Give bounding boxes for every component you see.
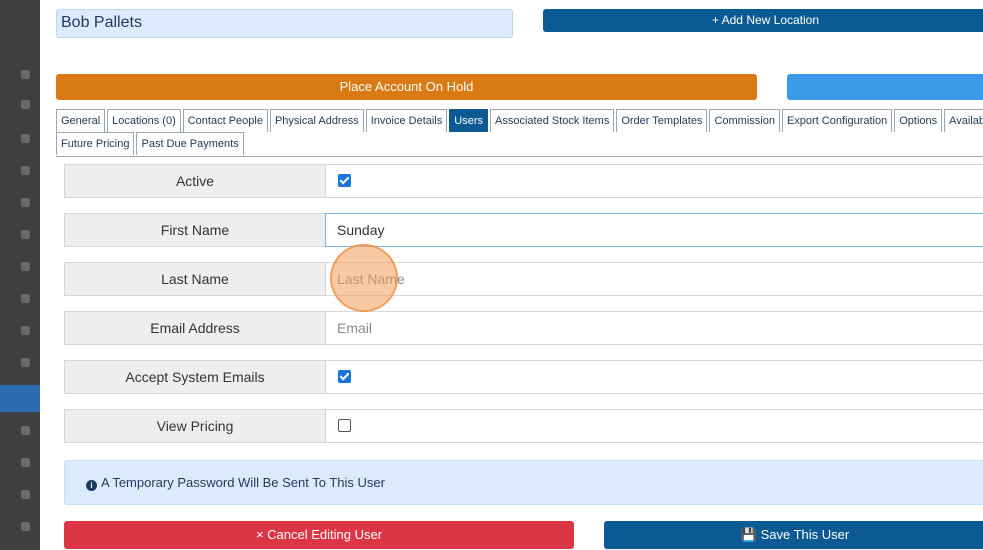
first-name-input[interactable] bbox=[326, 214, 983, 246]
sidebar-item[interactable] bbox=[21, 326, 30, 335]
sidebar-item[interactable] bbox=[21, 198, 30, 207]
first-name-row: First Name bbox=[64, 213, 983, 247]
accept-emails-label: Accept System Emails bbox=[64, 360, 326, 394]
view-pricing-value bbox=[326, 409, 983, 443]
save-icon: 💾 bbox=[740, 527, 757, 542]
cancel-editing-button[interactable]: × Cancel Editing User bbox=[64, 521, 574, 549]
last-name-value bbox=[326, 262, 983, 296]
last-name-input[interactable] bbox=[326, 263, 983, 295]
sidebar-item[interactable] bbox=[21, 100, 30, 109]
info-circle-icon: i bbox=[86, 480, 97, 491]
active-row: Active bbox=[64, 164, 983, 198]
active-value bbox=[326, 164, 983, 198]
email-value bbox=[326, 311, 983, 345]
tab-bar: General Locations (0) Contact People Phy… bbox=[56, 109, 983, 155]
first-name-value bbox=[325, 213, 983, 247]
tab-order-templates[interactable]: Order Templates bbox=[616, 109, 708, 132]
sidebar-item-active[interactable] bbox=[0, 385, 40, 412]
tab-general[interactable]: General bbox=[56, 109, 106, 132]
sidebar-item[interactable] bbox=[21, 426, 30, 435]
sidebar-item[interactable] bbox=[21, 166, 30, 175]
active-label: Active bbox=[64, 164, 326, 198]
info-message: A Temporary Password Will Be Sent To Thi… bbox=[101, 475, 385, 490]
secondary-action-button[interactable] bbox=[787, 74, 983, 100]
save-user-label: Save This User bbox=[760, 527, 850, 542]
page: Bob Pallets + Add New Location Place Acc… bbox=[0, 0, 983, 550]
view-pricing-label: View Pricing bbox=[64, 409, 326, 443]
sidebar bbox=[0, 0, 40, 550]
tab-commission[interactable]: Commission bbox=[709, 109, 780, 132]
tab-future-pricing[interactable]: Future Pricing bbox=[56, 132, 135, 155]
email-input[interactable] bbox=[326, 312, 983, 344]
last-name-row: Last Name bbox=[64, 262, 983, 296]
main-content: Bob Pallets + Add New Location Place Acc… bbox=[40, 0, 983, 550]
first-name-label: First Name bbox=[64, 213, 326, 247]
sidebar-item[interactable] bbox=[21, 70, 30, 79]
tab-export-configuration[interactable]: Export Configuration bbox=[781, 109, 893, 132]
sidebar-item[interactable] bbox=[21, 522, 30, 531]
email-row: Email Address bbox=[64, 311, 983, 345]
tab-divider bbox=[56, 156, 983, 157]
view-pricing-checkbox[interactable] bbox=[338, 419, 351, 432]
tab-options[interactable]: Options bbox=[894, 109, 943, 132]
sidebar-item[interactable] bbox=[21, 490, 30, 499]
tab-physical-address[interactable]: Physical Address bbox=[269, 109, 364, 132]
save-user-button[interactable]: 💾 Save This User bbox=[604, 521, 983, 549]
sidebar-item[interactable] bbox=[21, 458, 30, 467]
add-location-button[interactable]: + Add New Location bbox=[543, 9, 983, 32]
tab-available-facilities[interactable]: Available Facilities bbox=[944, 109, 983, 132]
place-on-hold-button[interactable]: Place Account On Hold bbox=[56, 74, 757, 100]
sidebar-item[interactable] bbox=[21, 262, 30, 271]
accept-emails-checkbox[interactable] bbox=[338, 370, 351, 383]
account-name-field[interactable]: Bob Pallets bbox=[56, 9, 513, 38]
tab-row: General Locations (0) Contact People Phy… bbox=[56, 109, 983, 132]
tab-locations[interactable]: Locations (0) bbox=[107, 109, 181, 132]
active-checkbox[interactable] bbox=[338, 174, 351, 187]
sidebar-item[interactable] bbox=[21, 358, 30, 367]
tab-invoice-details[interactable]: Invoice Details bbox=[365, 109, 448, 132]
last-name-label: Last Name bbox=[64, 262, 326, 296]
info-alert: i A Temporary Password Will Be Sent To Th… bbox=[64, 460, 983, 505]
tab-row: Future Pricing Past Due Payments bbox=[56, 132, 983, 155]
tab-users[interactable]: Users bbox=[449, 109, 488, 132]
accept-emails-value bbox=[326, 360, 983, 394]
sidebar-item[interactable] bbox=[21, 134, 30, 143]
view-pricing-row: View Pricing bbox=[64, 409, 983, 443]
sidebar-item[interactable] bbox=[21, 230, 30, 239]
tab-contact-people[interactable]: Contact People bbox=[182, 109, 268, 132]
tab-past-due-payments[interactable]: Past Due Payments bbox=[136, 132, 244, 155]
email-label: Email Address bbox=[64, 311, 326, 345]
tab-associated-stock-items[interactable]: Associated Stock Items bbox=[490, 109, 615, 132]
sidebar-item[interactable] bbox=[21, 294, 30, 303]
accept-emails-row: Accept System Emails bbox=[64, 360, 983, 394]
